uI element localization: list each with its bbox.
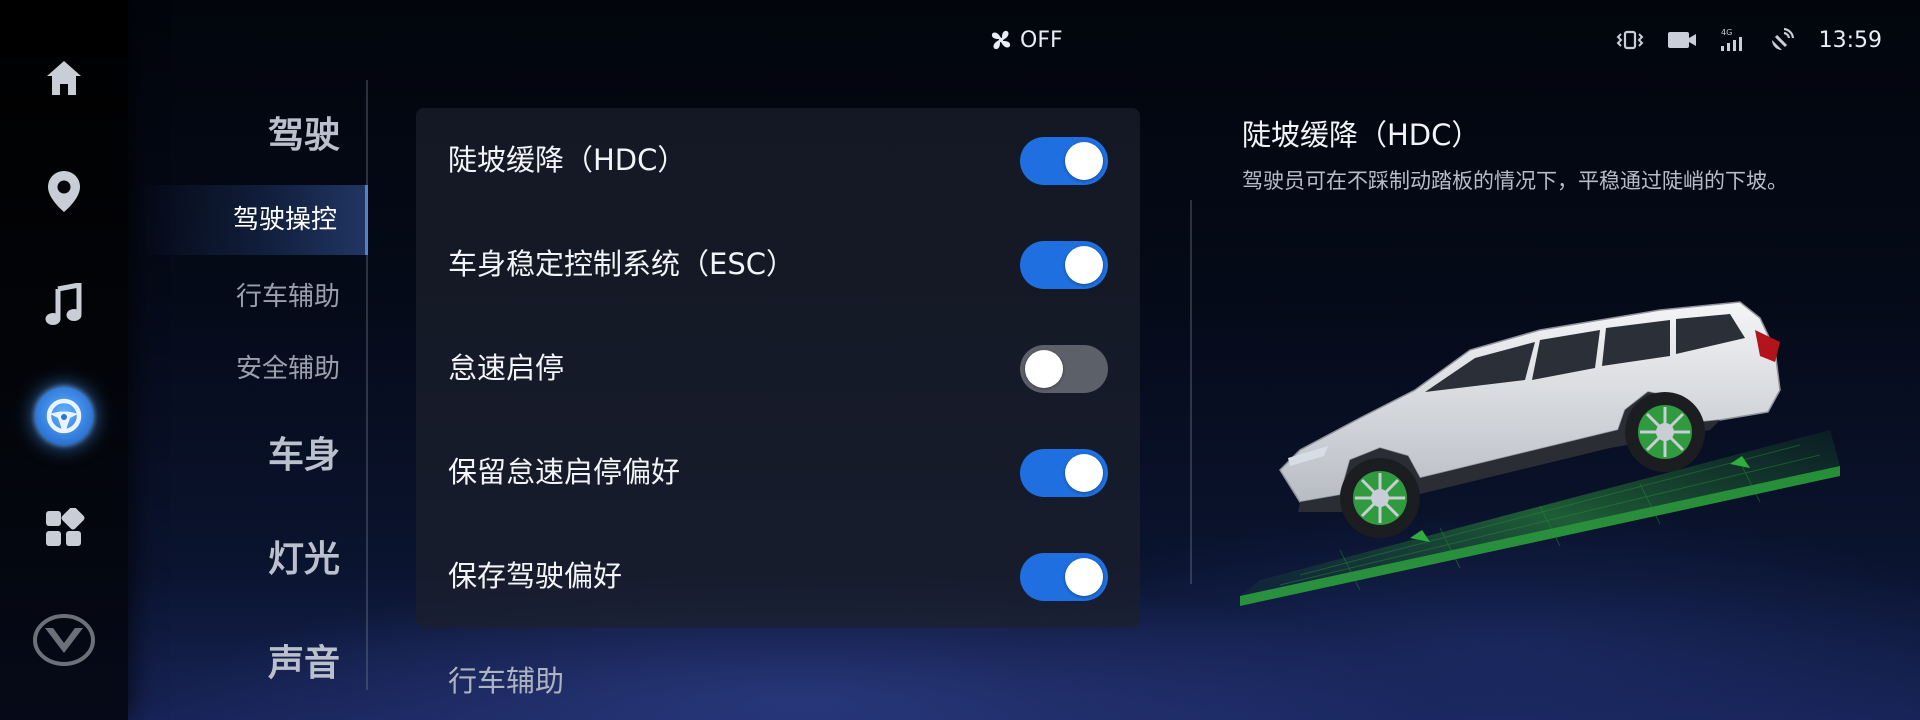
- fan-icon: [991, 30, 1011, 50]
- nav-sub-driving-control[interactable]: 驾驶操控: [138, 185, 368, 255]
- detail-title: 陡坡缓降（HDC）: [1242, 118, 1481, 152]
- toggle-knob: [1065, 246, 1103, 284]
- clock: 13:59: [1818, 27, 1882, 53]
- app-grid-icon: [46, 508, 85, 546]
- satellite-icon: [1771, 27, 1794, 50]
- nav-category-sound[interactable]: 声音: [268, 634, 340, 686]
- setting-label: 车身稳定控制系统（ESC）: [448, 247, 795, 281]
- detail-description: 驾驶员可在不踩制动踏板的情况下，平稳通过陡峭的下坡。: [1242, 169, 1788, 193]
- nav-category-driving[interactable]: 驾驶: [268, 106, 340, 158]
- vibrate-icon: [1616, 30, 1644, 50]
- music-button[interactable]: [24, 265, 104, 345]
- app-dock: [0, 0, 128, 720]
- save-driving-pref-toggle[interactable]: [1020, 553, 1108, 601]
- toggle-knob: [1065, 142, 1103, 180]
- driving-control-settings-card: 陡坡缓降（HDC） 车身稳定控制系统（ESC） 怠速启停 保留怠速启停偏好 保存…: [416, 108, 1140, 628]
- toggle-knob: [1025, 350, 1063, 388]
- setting-label: 保留怠速启停偏好: [448, 455, 681, 489]
- nav-sub-driving-assist[interactable]: 行车辅助: [236, 276, 340, 313]
- vehicle-settings-button[interactable]: [24, 376, 104, 456]
- svg-text:4G: 4G: [1721, 28, 1732, 37]
- setting-label: 怠速启停: [448, 351, 565, 385]
- brand-button[interactable]: [24, 600, 104, 680]
- ac-status-label: OFF: [1020, 27, 1063, 53]
- nav-sub-safety-assist[interactable]: 安全辅助: [236, 348, 340, 385]
- setting-row-idle-stop: 怠速启停: [416, 316, 1140, 420]
- setting-row-keep-idle-stop-pref: 保留怠速启停偏好: [416, 420, 1140, 524]
- home-button[interactable]: [24, 38, 104, 118]
- 4g-signal-icon: 4G: [1720, 28, 1742, 51]
- keep-idle-stop-pref-toggle[interactable]: [1020, 449, 1108, 497]
- section-heading-driving-assist: 行车辅助: [448, 664, 565, 698]
- toggle-knob: [1065, 558, 1103, 596]
- nav-category-lights[interactable]: 灯光: [268, 530, 340, 582]
- changan-logo-icon: [33, 614, 95, 666]
- steering-wheel-icon: [46, 398, 82, 434]
- detail-divider: [1190, 200, 1192, 584]
- status-icons: 4G 13:59: [1615, 24, 1882, 56]
- location-pin-icon: [48, 171, 80, 212]
- camera-icon: [1667, 32, 1696, 48]
- apps-button[interactable]: [24, 489, 104, 569]
- nav-divider: [366, 80, 368, 690]
- setting-row-esc: 车身稳定控制系统（ESC）: [416, 212, 1140, 316]
- climate-status[interactable]: OFF: [988, 24, 1063, 56]
- setting-label: 保存驾驶偏好: [448, 559, 623, 593]
- navigation-button[interactable]: [24, 151, 104, 231]
- settings-category-nav: 驾驶 驾驶操控 行车辅助 安全辅助 车身 灯光 声音: [130, 80, 368, 700]
- esc-toggle[interactable]: [1020, 241, 1108, 289]
- setting-row-hdc: 陡坡缓降（HDC）: [416, 108, 1140, 212]
- home-icon: [47, 61, 81, 95]
- toggle-knob: [1065, 454, 1103, 492]
- hdc-car-illustration: [1240, 301, 1840, 606]
- setting-row-save-driving-pref: 保存驾驶偏好: [416, 524, 1140, 628]
- setting-label: 陡坡缓降（HDC）: [448, 143, 687, 177]
- hdc-toggle[interactable]: [1020, 137, 1108, 185]
- nav-category-body[interactable]: 车身: [268, 426, 340, 478]
- idle-stop-toggle[interactable]: [1020, 345, 1108, 393]
- music-note-icon: [45, 283, 82, 325]
